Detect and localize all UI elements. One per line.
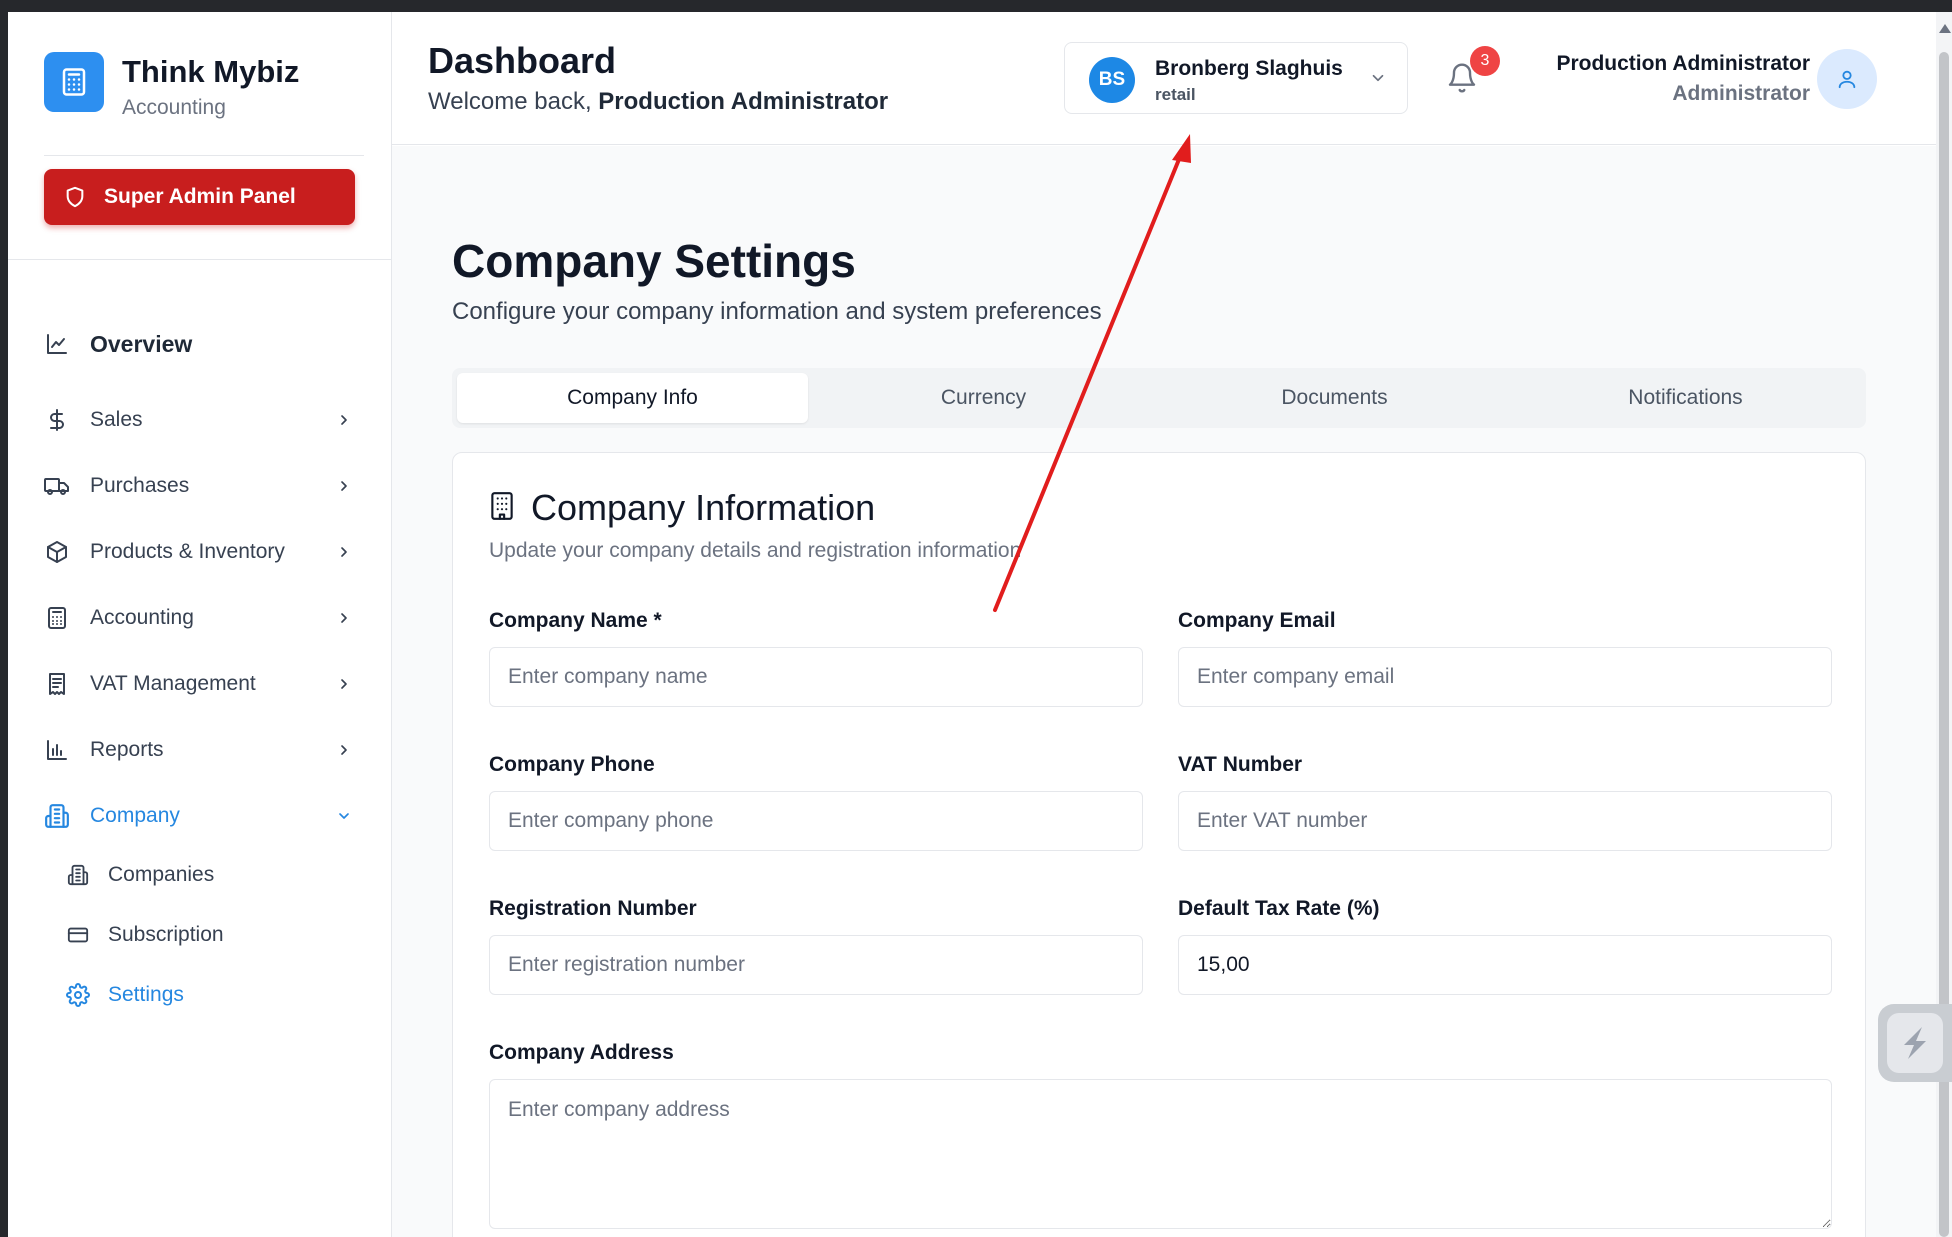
- vat-number-input[interactable]: [1178, 791, 1832, 851]
- building-icon: [44, 803, 70, 829]
- tab-currency[interactable]: Currency: [808, 373, 1159, 423]
- truck-icon: [44, 473, 70, 499]
- settings-tabs: Company Info Currency Documents Notifica…: [452, 368, 1866, 428]
- company-avatar: BS: [1089, 57, 1135, 103]
- tab-company-info[interactable]: Company Info: [457, 373, 808, 423]
- tab-notifications[interactable]: Notifications: [1510, 373, 1861, 423]
- main-content: Company Settings Configure your company …: [392, 146, 1952, 1237]
- default-tax-rate-label: Default Tax Rate (%): [1178, 897, 1380, 920]
- sidebar-subitem-label: Companies: [108, 863, 215, 886]
- sidebar-item-label: Accounting: [90, 606, 194, 629]
- lightning-bolt-icon: [1887, 1013, 1943, 1073]
- company-name: Bronberg Slaghuis: [1155, 57, 1343, 80]
- default-tax-rate-input[interactable]: [1178, 935, 1832, 995]
- scroll-up-arrow-icon[interactable]: [1939, 24, 1951, 33]
- sidebar-item-sales[interactable]: Sales: [44, 395, 360, 445]
- top-header: Dashboard Welcome back, Production Admin…: [392, 12, 1952, 145]
- company-name-label: Company Name *: [489, 609, 662, 632]
- chevron-right-icon: [334, 542, 354, 562]
- company-phone-input[interactable]: [489, 791, 1143, 851]
- brand: Think Mybiz Accounting: [44, 52, 364, 156]
- chevron-right-icon: [334, 410, 354, 430]
- sidebar-item-company[interactable]: Company: [44, 791, 360, 841]
- building-icon: [66, 863, 90, 887]
- company-name-input[interactable]: [489, 647, 1143, 707]
- card-subtitle: Update your company details and registra…: [489, 539, 1022, 562]
- company-email-input[interactable]: [1178, 647, 1832, 707]
- floating-assistant-widget[interactable]: [1878, 1004, 1952, 1082]
- sidebar-subitem-label: Subscription: [108, 923, 224, 946]
- company-address-textarea[interactable]: [489, 1079, 1832, 1229]
- bar-chart-icon: [44, 737, 70, 763]
- credit-card-icon: [66, 923, 90, 947]
- user-icon: [1836, 68, 1858, 90]
- registration-number-input[interactable]: [489, 935, 1143, 995]
- sidebar-item-accounting[interactable]: Accounting: [44, 593, 360, 643]
- sidebar-item-label: Sales: [90, 408, 143, 431]
- user-role: Administrator: [1672, 82, 1810, 105]
- super-admin-panel-button[interactable]: Super Admin Panel: [44, 169, 355, 225]
- notification-count-badge: 3: [1470, 46, 1500, 76]
- receipt-icon: [44, 671, 70, 697]
- user-avatar[interactable]: [1817, 49, 1877, 109]
- sidebar-item-products-inventory[interactable]: Products & Inventory: [44, 527, 360, 577]
- sidebar-item-reports[interactable]: Reports: [44, 725, 360, 775]
- company-address-label: Company Address: [489, 1041, 674, 1064]
- sidebar-subitem-companies[interactable]: Companies: [66, 853, 356, 897]
- welcome-prefix: Welcome back,: [428, 88, 592, 115]
- browser-top-strip: [0, 0, 1952, 12]
- page-title: Dashboard: [428, 40, 617, 81]
- sidebar-item-label: Overview: [90, 330, 193, 357]
- brand-name: Think Mybiz: [122, 54, 300, 89]
- chevron-down-icon: [1369, 69, 1387, 92]
- calculator-icon: [44, 605, 70, 631]
- sidebar-item-label: Purchases: [90, 474, 190, 497]
- calculator-logo-icon: [44, 52, 104, 112]
- sidebar-item-label: Products & Inventory: [90, 540, 285, 563]
- sidebar-item-label: Company: [90, 804, 180, 827]
- brand-subtitle: Accounting: [122, 96, 226, 119]
- app-window: Think Mybiz Accounting Super Admin Panel…: [8, 12, 1952, 1237]
- line-chart-icon: [44, 331, 70, 357]
- tab-documents[interactable]: Documents: [1159, 373, 1510, 423]
- registration-number-label: Registration Number: [489, 897, 697, 920]
- chevron-right-icon: [334, 476, 354, 496]
- shield-icon: [64, 186, 86, 208]
- company-type: retail: [1155, 85, 1196, 104]
- section-subtitle: Configure your company information and s…: [452, 298, 1102, 325]
- section-title: Company Settings: [452, 235, 856, 287]
- sidebar-item-purchases[interactable]: Purchases: [44, 461, 360, 511]
- company-phone-label: Company Phone: [489, 753, 655, 776]
- sidebar-item-overview[interactable]: Overview: [44, 319, 360, 369]
- company-switcher-dropdown[interactable]: BS Bronberg Slaghuis retail: [1064, 42, 1408, 114]
- gear-icon: [66, 983, 90, 1007]
- sidebar-item-vat-management[interactable]: VAT Management: [44, 659, 360, 709]
- box-icon: [44, 539, 70, 565]
- chevron-down-icon: [334, 806, 354, 826]
- sidebar: Think Mybiz Accounting Super Admin Panel…: [8, 12, 392, 1237]
- sidebar-item-label: Reports: [90, 738, 164, 761]
- super-admin-label: Super Admin Panel: [104, 185, 296, 208]
- welcome-user-name: Production Administrator: [598, 88, 889, 115]
- building-icon: [489, 491, 515, 526]
- sidebar-subitem-subscription[interactable]: Subscription: [66, 913, 356, 957]
- chevron-right-icon: [334, 608, 354, 628]
- chevron-right-icon: [334, 740, 354, 760]
- company-information-card: Company Information Update your company …: [452, 452, 1866, 1237]
- sidebar-divider: [8, 259, 392, 260]
- welcome-message: Welcome back, Production Administrator: [428, 88, 888, 116]
- sidebar-item-label: VAT Management: [90, 672, 256, 695]
- company-email-label: Company Email: [1178, 609, 1336, 632]
- sidebar-subitem-settings[interactable]: Settings: [66, 973, 356, 1017]
- user-name: Production Administrator: [1556, 52, 1810, 75]
- vat-number-label: VAT Number: [1178, 753, 1303, 776]
- dollar-icon: [44, 407, 70, 433]
- card-title: Company Information: [531, 487, 876, 528]
- chevron-right-icon: [334, 674, 354, 694]
- sidebar-subitem-label: Settings: [108, 983, 184, 1006]
